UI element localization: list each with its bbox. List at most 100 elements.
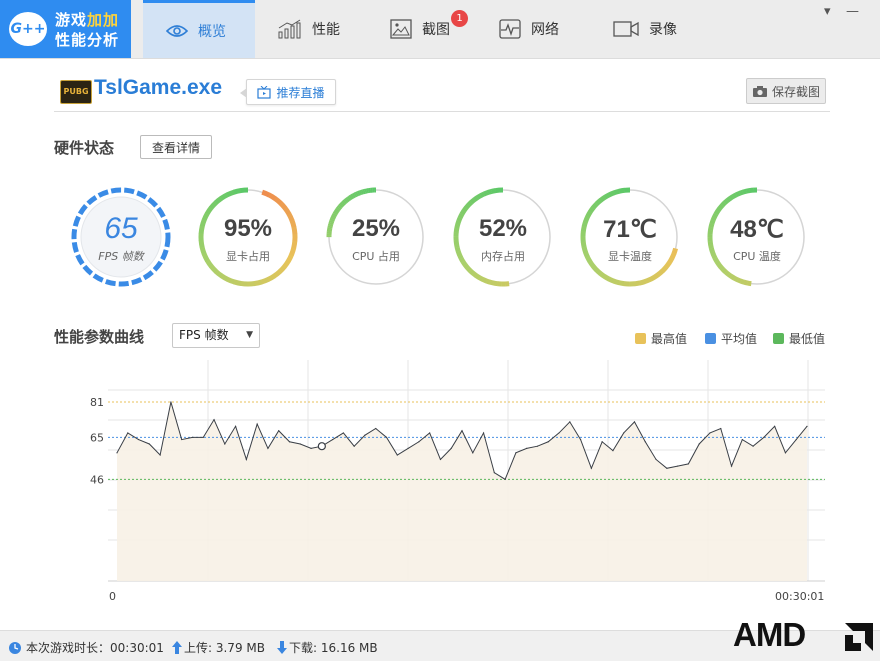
- gauge-arc-segment: [469, 202, 472, 205]
- fps-line-chart: 816546: [0, 355, 880, 605]
- cpu-temp-label: CPU 温度: [706, 248, 808, 264]
- gauge-arc-segment: [348, 198, 350, 199]
- gauge-arc-segment: [339, 206, 340, 207]
- gauge-arc-segment: [344, 201, 345, 202]
- gauge-arc-segment: [347, 199, 349, 200]
- data-point: [752, 446, 753, 447]
- minimize-button[interactable]: —: [846, 4, 859, 19]
- data-point: [116, 452, 117, 453]
- x-end-label: 00:30:01: [775, 590, 824, 603]
- metric-select[interactable]: FPS 帧数 ▼: [172, 323, 260, 348]
- data-point: [235, 426, 236, 427]
- clock-icon: [8, 641, 22, 655]
- session-duration: 本次游戏时长：00:30:01: [8, 639, 164, 656]
- gauge-arc-segment: [727, 198, 730, 200]
- legend-min-swatch: [773, 333, 784, 344]
- gauge-arc-segment: [221, 195, 227, 199]
- gauge-arc-segment: [343, 202, 344, 203]
- view-details-button[interactable]: 查看详情: [140, 135, 212, 159]
- gauge-arc-segment: [658, 271, 662, 275]
- tab-performance[interactable]: 性能: [278, 0, 340, 58]
- tab-recording[interactable]: 录像: [613, 0, 677, 58]
- gauge-arc-segment: [350, 197, 352, 198]
- tv-icon: [257, 86, 271, 99]
- cpu-usage-value: 25%: [325, 215, 427, 243]
- tab-overview[interactable]: 概览: [143, 0, 255, 58]
- menu-dropdown-icon[interactable]: ▾: [824, 4, 831, 19]
- gauge-arc-segment: [468, 268, 471, 271]
- gauge-arc-segment: [738, 280, 741, 281]
- tab-label: 性能: [312, 19, 340, 39]
- gauge-arc-segment: [721, 267, 723, 270]
- gauge-arc-segment: [285, 208, 289, 214]
- data-point: [796, 439, 797, 440]
- gauge-arc-segment: [241, 190, 248, 191]
- gauge-arc-segment: [488, 191, 492, 192]
- gauge-arc-segment: [731, 276, 734, 278]
- recommend-live-button[interactable]: 推荐直播: [246, 79, 336, 105]
- data-point: [397, 454, 398, 455]
- gauge-arc-segment: [471, 200, 474, 203]
- data-point: [526, 448, 527, 449]
- legend-avg-swatch: [705, 333, 716, 344]
- data-point: [602, 441, 603, 442]
- gauge-arc-segment: [649, 277, 654, 280]
- gpu-temp-label: 显卡温度: [579, 248, 681, 264]
- gauge-arc-segment: [481, 194, 485, 196]
- data-point: [451, 448, 452, 449]
- data-point: [203, 437, 204, 438]
- gauge-arc-segment: [619, 190, 624, 191]
- gauge-arc-segment: [723, 270, 726, 273]
- data-point: [149, 443, 150, 444]
- gauge-arc-segment: [336, 211, 337, 213]
- app-logo-badge: G++: [9, 12, 47, 46]
- cpu-usage-label: CPU 占用: [325, 248, 427, 264]
- pulse-icon: [499, 19, 521, 39]
- legend-avg: 平均值: [705, 330, 757, 347]
- gauge-arc-segment: [634, 283, 639, 284]
- gauge-arc-segment: [466, 205, 469, 208]
- gauge-arc-segment: [227, 279, 234, 282]
- session-duration-text: 本次游戏时长：00:30:01: [26, 639, 164, 656]
- gauge-arc-segment: [609, 193, 614, 195]
- gauge-arc-segment: [601, 197, 605, 200]
- gauge-arc-segment: [605, 195, 610, 198]
- gauge-arc-segment: [491, 191, 495, 192]
- data-point: [505, 479, 506, 480]
- app-title-line2: 性能分析: [55, 29, 119, 50]
- data-point: [364, 435, 365, 436]
- data-point: [300, 443, 301, 444]
- gauge-arc-segment: [490, 282, 494, 283]
- arrow-down-icon: [277, 641, 287, 654]
- gauge-arc-segment: [345, 200, 346, 201]
- gauge-arc-segment: [734, 278, 737, 280]
- tab-network[interactable]: 网络: [499, 0, 559, 58]
- tab-label: 截图: [422, 19, 450, 39]
- legend-max: 最高值: [635, 330, 687, 347]
- gauge-arc-segment: [216, 271, 222, 276]
- gauge-arc-segment: [744, 282, 748, 283]
- gauge-arc-segment: [262, 192, 269, 195]
- gauge-arc-segment: [494, 283, 498, 284]
- download-stat: 下载: 16.16 MB: [277, 639, 378, 656]
- save-screenshot-button[interactable]: 保存截图: [746, 78, 826, 104]
- data-point: [569, 421, 570, 422]
- data-point: [170, 401, 171, 402]
- data-point: [699, 443, 700, 444]
- gpu-usage-gauge: 95% 显卡占用: [197, 186, 299, 288]
- gauge-arc-segment: [484, 192, 488, 193]
- tab-screenshots[interactable]: 截图 1: [390, 0, 450, 58]
- gauge-arc-segment: [593, 266, 597, 270]
- data-point: [731, 465, 732, 466]
- gauge-arc-segment: [355, 194, 357, 195]
- y-tick-label: 65: [90, 431, 104, 444]
- data-point: [645, 441, 646, 442]
- gauge-arc-segment: [464, 208, 466, 211]
- data-point: [332, 439, 333, 440]
- fps-label: FPS 帧数: [70, 248, 172, 264]
- gauge-arc-segment: [255, 282, 262, 284]
- data-point: [192, 437, 193, 438]
- gauge-arc-segment: [474, 197, 477, 199]
- data-point: [127, 432, 128, 433]
- data-point: [429, 432, 430, 433]
